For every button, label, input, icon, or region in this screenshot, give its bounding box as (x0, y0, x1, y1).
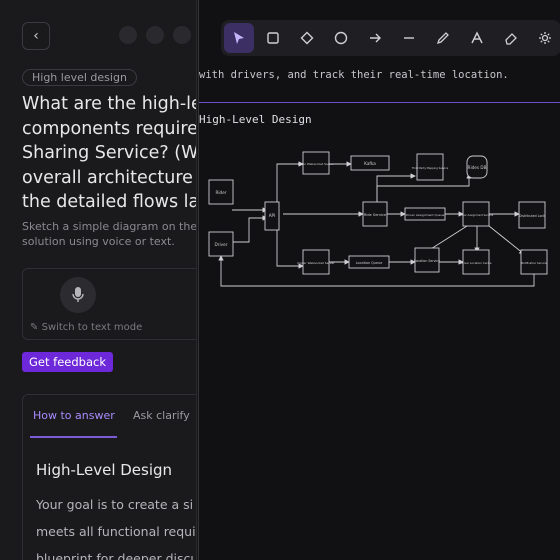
switch-label: Switch to text mode (41, 322, 143, 333)
node-label: Notification Service (521, 261, 547, 265)
node-label: Ride Service (364, 213, 387, 217)
guidance-panel: How to answer Ask clarify High-Level Des… (22, 394, 197, 560)
rectangle-icon (267, 32, 279, 44)
instructions: Sketch a simple diagram on the solution … (22, 219, 197, 249)
text-icon (471, 31, 483, 44)
eraser-icon (505, 33, 517, 45)
control-dot[interactable] (146, 26, 164, 44)
pointer-icon (234, 32, 244, 44)
drawing-canvas[interactable]: with drivers, and track their real-time … (198, 0, 560, 560)
diamond-tool[interactable] (292, 23, 322, 53)
settings-tool[interactable] (530, 23, 560, 53)
panel-text-line: meets all functional requi (36, 524, 196, 539)
control-dot[interactable] (173, 26, 191, 44)
node-label: Distributed Lock (519, 214, 545, 218)
select-tool[interactable] (224, 23, 254, 53)
diamond-icon (300, 31, 314, 45)
pencil-tool[interactable] (428, 23, 458, 53)
circle-icon (334, 31, 348, 45)
node-label: Driver Location Cache (461, 261, 492, 265)
circle-tool[interactable] (326, 23, 356, 53)
category-badge: High level design (22, 69, 137, 86)
eraser-tool[interactable] (496, 23, 526, 53)
text-tool[interactable] (462, 23, 492, 53)
question-line: components required (22, 118, 197, 139)
back-button[interactable]: ‹ (22, 22, 50, 50)
instruction-line: Sketch a simple diagram on the (22, 220, 197, 233)
line-tool[interactable] (394, 23, 424, 53)
question-panel: ‹ High level design What are the high-le… (0, 0, 197, 560)
node-label: Third Party Mapping Service (412, 166, 449, 170)
node-label: Driver Assignment Service (459, 213, 494, 217)
node-label: Driver (215, 242, 228, 247)
arrow-icon (370, 33, 381, 43)
voice-input-area[interactable]: ✎ Switch to text mode (22, 268, 196, 340)
arrow-tool[interactable] (360, 23, 390, 53)
question-line: Sharing Service? (We (22, 143, 197, 163)
line-icon (404, 37, 414, 39)
node-label: Driver Websocket Server (297, 261, 335, 265)
drawing-toolbar (221, 20, 560, 56)
architecture-diagram[interactable]: Rider Driver API Rider Websocket Server … (199, 140, 560, 440)
node-label: Kafka (364, 161, 376, 166)
canvas-text-snippet: with drivers, and track their real-time … (199, 69, 509, 81)
node-label: Location Service (414, 259, 440, 263)
control-dot[interactable] (119, 26, 137, 44)
switch-to-text-link[interactable]: ✎ Switch to text mode (30, 322, 142, 333)
node-label: API (269, 213, 276, 218)
diagram-title: High-Level Design (199, 113, 312, 126)
canvas-divider (199, 102, 560, 103)
panel-heading: High-Level Design (36, 461, 173, 479)
question-text: What are the high-le components required… (22, 92, 197, 215)
settings-icon (539, 32, 551, 44)
question-line: the detailed flows lat (22, 192, 197, 212)
chevron-left-icon: ‹ (33, 28, 39, 44)
rectangle-tool[interactable] (258, 23, 288, 53)
node-label: Location Queue (356, 261, 383, 265)
node-label: Rider (215, 190, 226, 195)
node-label: Rides DB (468, 165, 487, 170)
panel-text-line: Your goal is to create a si (36, 497, 194, 512)
get-feedback-button[interactable]: Get feedback (22, 352, 113, 372)
node-label: Driver Assignment Queue (406, 213, 445, 217)
active-tab-indicator (30, 436, 117, 438)
instruction-line: solution using voice or text. (22, 235, 175, 248)
panel-text-line: blueprint for deeper discu (36, 551, 197, 560)
tab-how-to-answer[interactable]: How to answer (33, 409, 115, 422)
microphone-button[interactable] (60, 277, 96, 313)
question-line: What are the high-le (22, 94, 197, 114)
question-line: overall architecture f (22, 167, 197, 188)
node-label: Rider Websocket Server (298, 162, 335, 166)
tab-ask-clarify[interactable]: Ask clarify (133, 409, 190, 422)
microphone-icon (72, 287, 84, 302)
pencil-icon: ✎ (30, 322, 42, 333)
pencil-icon (436, 32, 449, 45)
